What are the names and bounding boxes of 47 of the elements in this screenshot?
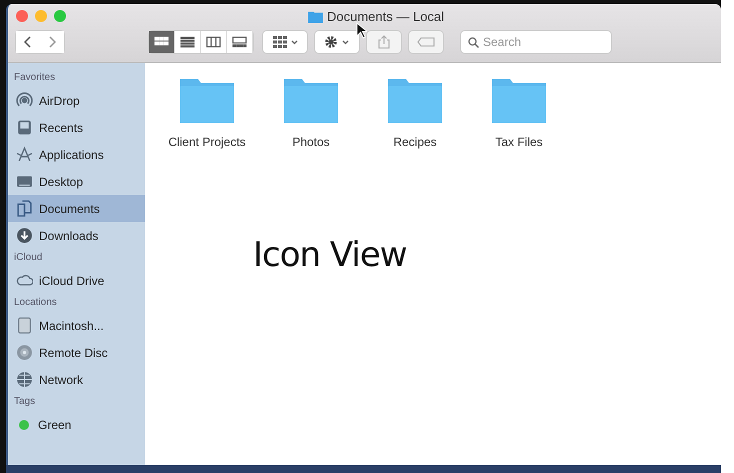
section-heading: Locations xyxy=(13,296,58,310)
folder-item[interactable]: Recipes xyxy=(363,77,467,149)
sidebar-item[interactable]: iCloud Drive xyxy=(8,267,145,294)
view-icons-button[interactable] xyxy=(149,31,175,53)
folder-icon xyxy=(490,77,548,125)
gallery-icon xyxy=(232,36,247,48)
sidebar-item[interactable]: Recents xyxy=(8,114,145,141)
chevron-right-icon xyxy=(48,36,56,48)
sidebar-item[interactable]: Network xyxy=(8,366,145,393)
folder-icon xyxy=(178,77,236,125)
grid-dropdown-icon xyxy=(272,36,298,48)
documents-icon xyxy=(16,200,33,217)
window-title: Documents — Local xyxy=(327,9,444,24)
section-heading: Favorites xyxy=(13,71,56,85)
search-field[interactable]: Search xyxy=(461,31,611,53)
download-icon xyxy=(16,227,33,244)
tag-icon xyxy=(417,37,435,47)
cursor-icon xyxy=(356,22,367,39)
section-heading: iCloud xyxy=(13,251,44,265)
globe-icon xyxy=(16,371,33,388)
list-icon xyxy=(180,36,195,48)
disc-icon xyxy=(16,344,33,361)
airdrop-icon xyxy=(16,92,33,109)
sidebar-item[interactable]: Macintosh... xyxy=(8,312,145,339)
group-button[interactable] xyxy=(263,31,307,53)
desktop-icon xyxy=(16,173,33,190)
chevron-left-icon xyxy=(24,36,32,48)
folder-icon xyxy=(308,10,323,23)
sidebar-item[interactable]: AirDrop xyxy=(8,87,145,114)
columns-icon xyxy=(206,36,221,48)
folder-item[interactable]: Photos xyxy=(259,77,363,149)
sidebar-item[interactable]: Downloads xyxy=(8,222,145,249)
sidebar-item[interactable]: Green xyxy=(8,411,145,438)
folder-icon xyxy=(282,77,340,125)
section-heading: Tags xyxy=(13,395,36,409)
sidebar-item[interactable]: Applications xyxy=(8,141,145,168)
sidebar-item[interactable]: Remote Disc xyxy=(8,339,145,366)
action-button[interactable] xyxy=(315,31,359,53)
folder-item[interactable]: Tax Files xyxy=(467,77,571,149)
caption-text: Icon View xyxy=(253,235,408,275)
grid-icon xyxy=(154,36,169,48)
gear-icon xyxy=(324,35,350,49)
sidebar-item[interactable]: Desktop xyxy=(8,168,145,195)
folder-item[interactable]: Client Projects xyxy=(155,77,259,149)
folder-icon xyxy=(386,77,444,125)
sidebar-item[interactable]: Documents xyxy=(8,195,145,222)
share-icon xyxy=(378,35,390,49)
